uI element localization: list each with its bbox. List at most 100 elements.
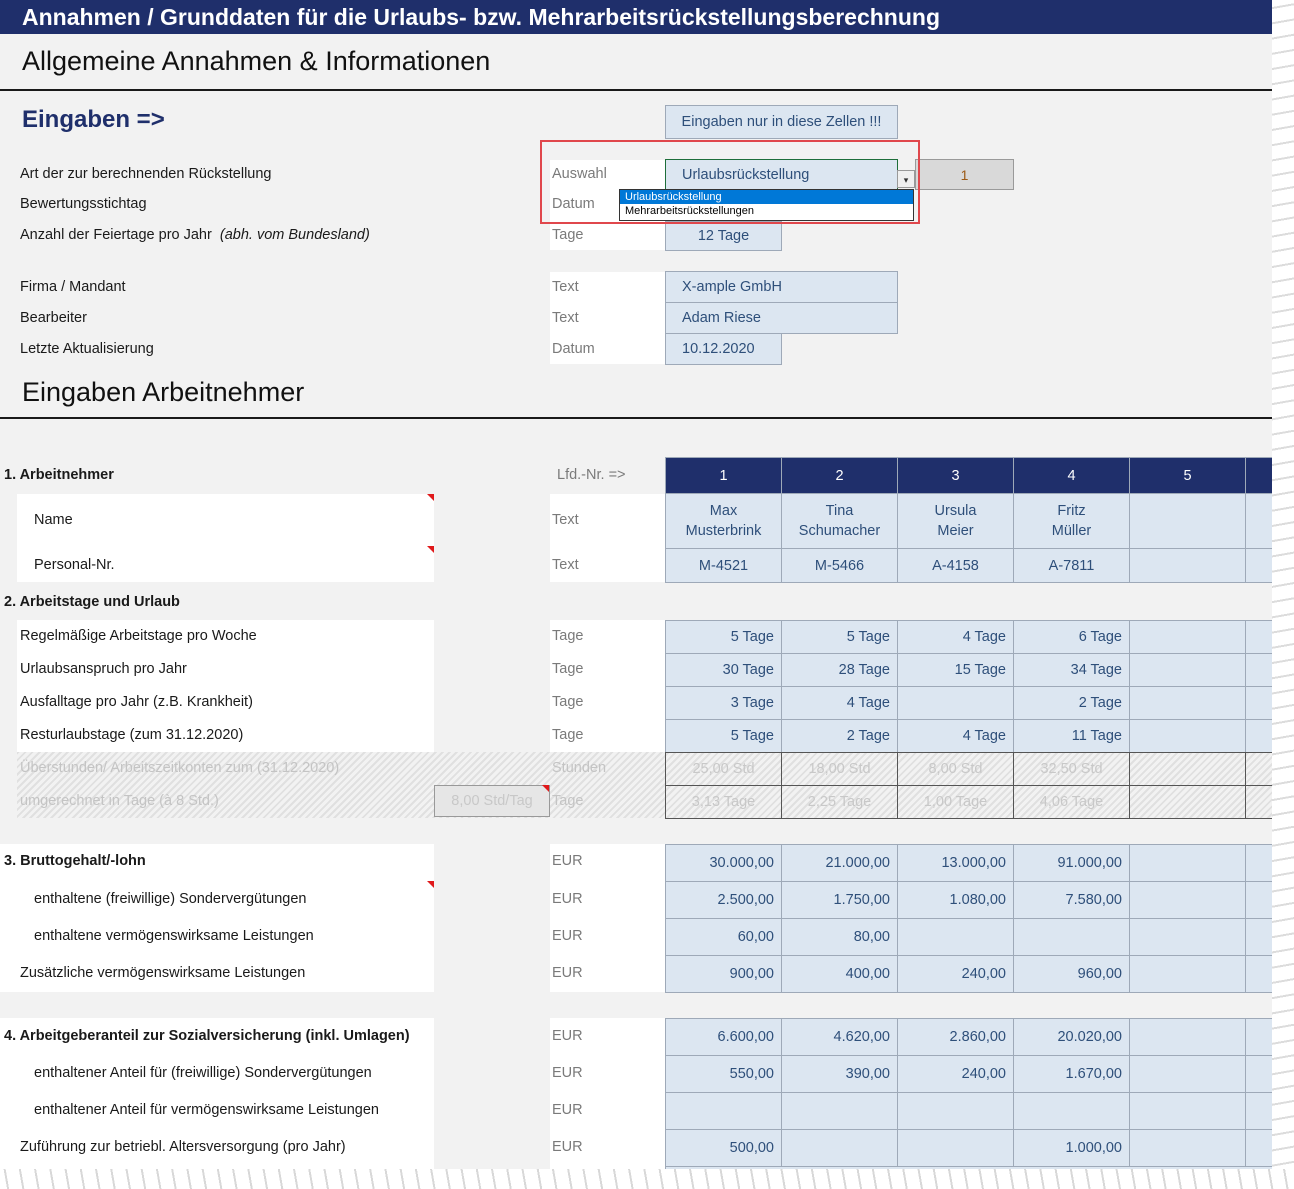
feiertage-input[interactable]: 12 Tage (665, 221, 782, 251)
gross-salary-cell[interactable]: 21.000,00 (781, 844, 898, 882)
s4-value-cell[interactable]: 240,00 (897, 1055, 1014, 1093)
employer-share-cell[interactable]: 20.020,00 (1013, 1018, 1130, 1056)
s2-value-cell[interactable]: 2 Tage (781, 719, 898, 753)
s2-value-cell[interactable]: 5 Tage (781, 620, 898, 654)
s2-value-cell[interactable] (1129, 719, 1246, 753)
feiertage-label: Anzahl der Feiertage pro Jahr (abh. vom … (20, 227, 370, 243)
gross-salary-cell[interactable]: 91.000,00 (1013, 844, 1130, 882)
s2-value-cell[interactable]: 28 Tage (781, 653, 898, 687)
gross-salary-cell[interactable]: 13.000,00 (897, 844, 1014, 882)
s2-value-cell[interactable] (1129, 686, 1246, 720)
s3-value-cell[interactable] (897, 918, 1014, 956)
s2-row-unit: Tage (552, 661, 584, 677)
pnr-cell-1[interactable]: M-4521 (665, 548, 782, 583)
employer-share-cell[interactable]: 6.600,00 (665, 1018, 782, 1056)
firma-unit: Text (552, 279, 579, 295)
s4-value-cell[interactable]: 390,00 (781, 1055, 898, 1093)
s4-value-cell[interactable]: 550,00 (665, 1055, 782, 1093)
s2-value-cell[interactable]: 34 Tage (1013, 653, 1130, 687)
s2-row-label: Urlaubsanspruch pro Jahr (20, 661, 187, 677)
s2-value-cell[interactable]: 15 Tage (897, 653, 1014, 687)
s3-value-cell[interactable]: 7.580,00 (1013, 881, 1130, 919)
gross-salary-cell[interactable] (1129, 844, 1246, 882)
name-unit: Text (552, 512, 579, 528)
s2-title: 2. Arbeitstage und Urlaub (4, 594, 180, 610)
s2-value-cell[interactable]: 4 Tage (897, 620, 1014, 654)
s2-value-cell[interactable] (897, 686, 1014, 720)
s3-value-cell[interactable] (1129, 881, 1246, 919)
s3-value-cell[interactable] (1129, 918, 1246, 956)
s2-value-cell[interactable]: 5 Tage (665, 620, 782, 654)
art-index-cell: 1 (915, 159, 1014, 190)
s4-title: 4. Arbeitgeberanteil zur Sozialversicher… (4, 1028, 410, 1044)
s3-value-cell[interactable]: 60,00 (665, 918, 782, 956)
s4-value-cell[interactable] (781, 1129, 898, 1167)
name-cell-2[interactable]: Tina Schumacher (781, 493, 898, 549)
pnr-cell-2[interactable]: M-5466 (781, 548, 898, 583)
s4-value-cell[interactable]: 500,00 (665, 1129, 782, 1167)
comment-marker (542, 785, 549, 792)
last-name: Müller (1051, 523, 1092, 539)
pnr-cell-4[interactable]: A-7811 (1013, 548, 1130, 583)
s4-value-cell[interactable] (781, 1092, 898, 1130)
s3-value-cell[interactable] (1013, 918, 1130, 956)
employer-share-cell[interactable] (1129, 1018, 1246, 1056)
bearbeiter-input[interactable]: Adam Riese (665, 302, 898, 334)
art-label: Art der zur berechnenden Rückstellung (20, 166, 272, 182)
banner-title: Annahmen / Grunddaten für die Urlaubs- b… (0, 0, 1283, 34)
aktualisierung-input[interactable]: 10.12.2020 (665, 333, 782, 365)
overtime-cell: 32,50 Std (1013, 752, 1130, 786)
lfd-label: Lfd.-Nr. => (557, 467, 626, 483)
s4-row-label: Zuführung zur betriebl. Altersversorgung… (20, 1139, 346, 1155)
s3-value-cell[interactable]: 1.750,00 (781, 881, 898, 919)
s4-value-cell[interactable]: 1.670,00 (1013, 1055, 1130, 1093)
name-cell-1[interactable]: Max Musterbrink (665, 493, 782, 549)
s2-value-cell[interactable]: 3 Tage (665, 686, 782, 720)
s4-value-cell[interactable] (1129, 1055, 1246, 1093)
name-cell-3[interactable]: Ursula Meier (897, 493, 1014, 549)
converted-days-cell (1129, 785, 1246, 819)
s3-value-cell[interactable]: 1.080,00 (897, 881, 1014, 919)
s4-row-label: enthaltener Anteil für vermögenswirksame… (34, 1102, 379, 1118)
employer-share-cell[interactable]: 4.620,00 (781, 1018, 898, 1056)
s4-row-label: enthaltener Anteil für (freiwillige) Son… (34, 1065, 372, 1081)
s3-value-cell[interactable] (1129, 955, 1246, 993)
s3-value-cell[interactable]: 400,00 (781, 955, 898, 993)
s4-value-cell[interactable] (1129, 1129, 1246, 1167)
s3-title: 3. Bruttogehalt/-lohn (4, 853, 146, 869)
s3-value-cell[interactable]: 240,00 (897, 955, 1014, 993)
s2-value-cell[interactable]: 2 Tage (1013, 686, 1130, 720)
pnr-cell-3[interactable]: A-4158 (897, 548, 1014, 583)
feiertage-unit: Tage (552, 227, 584, 243)
s4-value-cell[interactable] (897, 1092, 1014, 1130)
s2-value-cell[interactable] (1129, 653, 1246, 687)
s2-value-cell[interactable] (1129, 620, 1246, 654)
s2-value-cell[interactable]: 4 Tage (781, 686, 898, 720)
section-divider (0, 417, 1283, 419)
firma-input[interactable]: X-ample GmbH (665, 271, 898, 303)
s4-value-cell[interactable] (1129, 1092, 1246, 1130)
first-name: Fritz (1057, 503, 1086, 519)
pnr-label: Personal-Nr. (34, 557, 115, 573)
s3-row-label: enthaltene vermögenswirksame Leistungen (34, 928, 314, 944)
name-cell-4[interactable]: Fritz Müller (1013, 493, 1130, 549)
s4-value-cell[interactable]: 1.000,00 (1013, 1129, 1130, 1167)
s2-value-cell[interactable]: 4 Tage (897, 719, 1014, 753)
s3-value-cell[interactable]: 80,00 (781, 918, 898, 956)
s3-value-cell[interactable]: 2.500,00 (665, 881, 782, 919)
pnr-cell-5[interactable] (1129, 548, 1246, 583)
s4-value-cell[interactable] (897, 1129, 1014, 1167)
s4-value-cell[interactable] (1013, 1092, 1130, 1130)
s3-value-cell[interactable]: 900,00 (665, 955, 782, 993)
converted-days-cell: 1,00 Tage (897, 785, 1014, 819)
s2-value-cell[interactable]: 30 Tage (665, 653, 782, 687)
converted-days-unit: Tage (552, 793, 584, 809)
s3-value-cell[interactable]: 960,00 (1013, 955, 1130, 993)
name-cell-5[interactable] (1129, 493, 1246, 549)
s2-value-cell[interactable]: 6 Tage (1013, 620, 1130, 654)
s2-value-cell[interactable]: 5 Tage (665, 719, 782, 753)
s2-value-cell[interactable]: 11 Tage (1013, 719, 1130, 753)
s4-value-cell[interactable] (665, 1092, 782, 1130)
employer-share-cell[interactable]: 2.860,00 (897, 1018, 1014, 1056)
gross-salary-cell[interactable]: 30.000,00 (665, 844, 782, 882)
